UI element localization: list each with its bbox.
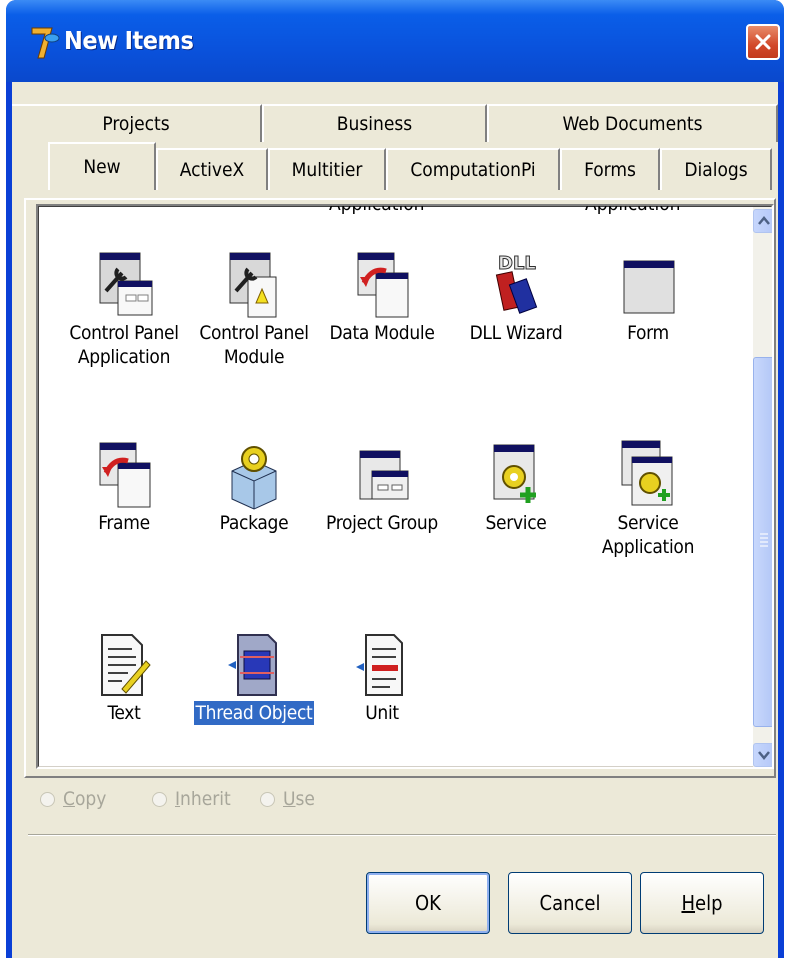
access-key: U — [283, 788, 296, 810]
radio-label: opy — [74, 788, 107, 810]
tab-label: Web Documents — [562, 113, 703, 135]
tab-computationpi[interactable]: ComputationPi — [386, 148, 560, 190]
cancel-button[interactable]: Cancel — [508, 872, 632, 934]
tab-multitier[interactable]: Multitier — [268, 148, 386, 190]
radio-circle — [152, 791, 167, 807]
list-item-project-group[interactable]: Project Group — [317, 437, 447, 535]
grip-icon — [760, 533, 768, 547]
radio-inherit[interactable]: Inherit — [152, 788, 231, 810]
list-view-inner: Application Application Control Panel Ap… — [38, 206, 772, 767]
form-icon — [616, 247, 680, 321]
radio-copy[interactable]: Copy — [40, 788, 106, 810]
help-button[interactable]: Help — [640, 872, 764, 934]
tab-label: Multitier — [291, 159, 363, 181]
partial-item-label: Application — [585, 204, 681, 215]
item-label: Text — [107, 702, 141, 724]
divider — [28, 834, 776, 836]
list-item-control-panel-application[interactable]: Control Panel Application — [59, 247, 189, 369]
item-label: Service — [485, 512, 547, 534]
tab-forms[interactable]: Forms — [560, 148, 660, 190]
item-label: Thread Object — [192, 700, 316, 726]
radio-label: se — [295, 788, 315, 810]
list-item-package[interactable]: Package — [189, 437, 319, 535]
access-key: H — [681, 891, 696, 915]
item-label: DLL Wizard — [469, 322, 563, 344]
new-items-window: New Items Projects Business Web Document… — [6, 0, 784, 958]
tab-web-documents[interactable]: Web Documents — [487, 104, 778, 142]
list-item-control-panel-module[interactable]: Control Panel Module — [189, 247, 319, 369]
item-label: Control Panel Application — [69, 322, 179, 368]
text-icon — [92, 627, 156, 701]
frame-icon — [92, 437, 156, 511]
list-item-data-module[interactable]: Data Module — [317, 247, 447, 345]
package-icon — [222, 437, 286, 511]
button-label: Cancel — [539, 891, 601, 915]
control-panel-module-icon — [222, 247, 286, 321]
project-group-icon — [350, 437, 414, 511]
service-application-icon — [616, 437, 680, 511]
list-item-dll-wizard[interactable]: DLL DLL Wizard — [451, 247, 581, 345]
button-label: OK — [415, 891, 441, 915]
dll-wizard-icon: DLL — [484, 247, 548, 321]
close-icon — [755, 34, 771, 50]
tab-label: New — [83, 156, 121, 178]
access-key: C — [63, 788, 75, 810]
tab-projects[interactable]: Projects — [12, 104, 262, 142]
radio-circle — [260, 791, 275, 807]
unit-icon — [350, 627, 414, 701]
scroll-up-button[interactable] — [753, 209, 772, 233]
tab-label: ActiveX — [179, 159, 245, 181]
items-list-view[interactable]: Application Application Control Panel Ap… — [36, 204, 774, 769]
title-bar[interactable]: New Items — [6, 0, 784, 82]
chevron-up-icon — [758, 216, 770, 225]
list-item-unit[interactable]: Unit — [317, 627, 447, 725]
list-item-thread-object[interactable]: Thread Object — [189, 627, 319, 726]
item-label: Unit — [365, 702, 399, 724]
close-button[interactable] — [746, 24, 780, 60]
tab-new[interactable]: New — [48, 142, 156, 190]
thread-object-icon — [222, 627, 286, 701]
scroll-thumb[interactable] — [753, 357, 772, 727]
list-item-service[interactable]: Service — [451, 437, 581, 535]
tab-business[interactable]: Business — [262, 104, 487, 142]
dialog-body: Projects Business Web Documents New Acti… — [12, 82, 778, 958]
list-item-service-application[interactable]: Service Application — [583, 437, 713, 559]
service-icon — [484, 437, 548, 511]
item-label: Service Application — [601, 512, 695, 558]
window-title: New Items — [64, 26, 194, 55]
item-label: Data Module — [329, 322, 435, 344]
item-label: Form — [627, 322, 669, 344]
item-label: Frame — [98, 512, 150, 534]
tab-dialogs[interactable]: Dialogs — [660, 148, 772, 190]
tab-label: ComputationPi — [410, 159, 536, 181]
svg-text:DLL: DLL — [498, 253, 536, 274]
app-logo-icon — [31, 27, 60, 59]
list-item-form[interactable]: Form — [583, 247, 713, 345]
control-panel-application-icon — [92, 247, 156, 321]
radio-circle — [40, 791, 55, 807]
scroll-down-button[interactable] — [753, 743, 772, 767]
button-label: elp — [695, 891, 723, 915]
tab-label: Dialogs — [684, 159, 748, 181]
data-module-icon — [350, 247, 414, 321]
list-item-text[interactable]: Text — [59, 627, 189, 725]
tab-label: Business — [336, 113, 413, 135]
vertical-scrollbar[interactable] — [753, 207, 772, 767]
radio-use[interactable]: Use — [260, 788, 315, 810]
tab-activex[interactable]: ActiveX — [156, 148, 268, 190]
item-label: Control Panel Module — [199, 322, 309, 368]
list-item-frame[interactable]: Frame — [59, 437, 189, 535]
tab-label: Forms — [584, 159, 636, 181]
partial-item-label: Application — [329, 204, 425, 215]
item-label: Package — [219, 512, 289, 534]
item-label: Project Group — [326, 512, 438, 534]
radio-label: nherit — [180, 788, 231, 810]
chevron-down-icon — [758, 751, 770, 760]
ok-button[interactable]: OK — [366, 872, 490, 934]
tab-label: Projects — [102, 113, 170, 135]
